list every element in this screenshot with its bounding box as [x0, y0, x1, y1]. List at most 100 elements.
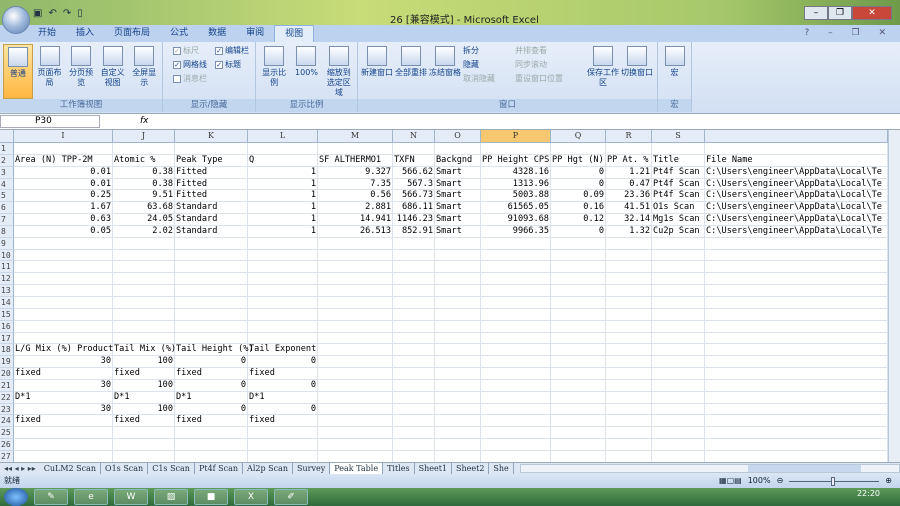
cell[interactable]: TXFN: [393, 154, 435, 167]
cell[interactable]: 1: [248, 166, 318, 179]
cell[interactable]: 14.941: [318, 214, 393, 226]
formula-input[interactable]: [155, 115, 886, 128]
sheet-tab-Sheet2[interactable]: Sheet2: [452, 463, 490, 474]
cell[interactable]: [175, 143, 248, 155]
cell[interactable]: [175, 261, 248, 274]
row-header[interactable]: 8: [0, 225, 14, 238]
cell[interactable]: [248, 249, 318, 262]
cell[interactable]: 1.32: [606, 225, 652, 238]
ribbon-button-普通[interactable]: 普通: [3, 44, 33, 99]
cell[interactable]: [175, 450, 248, 462]
cell[interactable]: 23.36: [606, 190, 652, 203]
cell[interactable]: [551, 379, 606, 392]
cell[interactable]: Smart: [435, 178, 481, 191]
cell[interactable]: [705, 261, 888, 274]
cell[interactable]: [113, 143, 175, 155]
cell[interactable]: 0.05: [14, 225, 113, 238]
cell[interactable]: Pt4f Scan: [652, 166, 705, 179]
tab-4[interactable]: 数据: [198, 25, 236, 42]
checkbox-编辑栏[interactable]: ✓ 编辑栏: [215, 44, 259, 58]
office-button[interactable]: [2, 6, 30, 34]
cell[interactable]: [606, 308, 652, 321]
cell[interactable]: [551, 296, 606, 309]
cell[interactable]: fixed: [248, 368, 318, 380]
cell[interactable]: fixed: [14, 368, 113, 380]
cell[interactable]: [481, 273, 551, 286]
cell[interactable]: [393, 415, 435, 428]
workbook-window-controls[interactable]: ? – ❐ ✕: [805, 28, 894, 38]
cell[interactable]: 24.05: [113, 214, 175, 226]
row-header[interactable]: 22: [0, 391, 14, 404]
cell[interactable]: [318, 427, 393, 440]
cell[interactable]: Tail Height (%): [175, 344, 254, 357]
cell[interactable]: [14, 285, 113, 297]
cell[interactable]: [705, 439, 888, 451]
cell[interactable]: [481, 285, 551, 297]
column-header-I[interactable]: I: [14, 130, 113, 142]
sheet-tab-O1s-Scan[interactable]: O1s Scan: [101, 463, 149, 474]
window-option-取消隐藏[interactable]: 取消隐藏: [463, 72, 513, 86]
cell[interactable]: 61565.05: [481, 202, 551, 215]
row-header[interactable]: 11: [0, 261, 14, 274]
window-option-并排查看[interactable]: 并排查看: [515, 44, 585, 58]
cell[interactable]: 567.3: [393, 178, 435, 191]
cell[interactable]: [606, 439, 652, 451]
cell[interactable]: Standard: [175, 214, 248, 226]
cell[interactable]: [435, 391, 481, 404]
row-header[interactable]: 15: [0, 308, 14, 321]
cell[interactable]: [248, 439, 318, 451]
cell[interactable]: 30: [14, 403, 113, 416]
cell[interactable]: fixed: [175, 415, 248, 428]
cell[interactable]: 0.47: [606, 178, 652, 191]
cell[interactable]: O1s Scan: [652, 202, 705, 215]
cell[interactable]: 100: [113, 356, 175, 369]
cell[interactable]: [435, 285, 481, 297]
cell[interactable]: [652, 356, 705, 369]
row-header[interactable]: 27: [0, 450, 14, 462]
cell[interactable]: [652, 273, 705, 286]
cell[interactable]: [435, 237, 481, 250]
cell[interactable]: [551, 439, 606, 451]
row-header[interactable]: 9: [0, 237, 14, 250]
row-header[interactable]: 17: [0, 332, 14, 345]
cell[interactable]: 1.21: [606, 166, 652, 179]
cell[interactable]: [705, 391, 888, 404]
cell[interactable]: [551, 285, 606, 297]
cell[interactable]: [318, 344, 393, 357]
cell[interactable]: [435, 296, 481, 309]
cell[interactable]: [113, 427, 175, 440]
cell[interactable]: fixed: [248, 415, 318, 428]
cell[interactable]: [248, 320, 318, 333]
cell[interactable]: [652, 237, 705, 250]
cell[interactable]: [481, 439, 551, 451]
cell[interactable]: [551, 320, 606, 333]
cell[interactable]: C:\Users\engineer\AppData\Local\Te: [705, 190, 888, 203]
cell[interactable]: [435, 143, 481, 155]
cell[interactable]: [705, 296, 888, 309]
cell[interactable]: [175, 308, 248, 321]
cell[interactable]: [435, 308, 481, 321]
cell[interactable]: [481, 368, 551, 380]
column-header-L[interactable]: L: [248, 130, 318, 142]
cell[interactable]: 1146.23: [393, 214, 435, 226]
cell[interactable]: 0.12: [551, 214, 606, 226]
cell[interactable]: [435, 427, 481, 440]
tab-0[interactable]: 开始: [28, 25, 66, 42]
cell[interactable]: [481, 261, 551, 274]
horizontal-scrollbar[interactable]: [519, 464, 900, 473]
cell[interactable]: [113, 450, 175, 462]
cell[interactable]: [606, 249, 652, 262]
cell[interactable]: [481, 320, 551, 333]
cell[interactable]: [551, 332, 606, 345]
cell[interactable]: [481, 450, 551, 462]
cell[interactable]: 0: [248, 403, 318, 416]
cell[interactable]: [705, 415, 888, 428]
row-header[interactable]: 19: [0, 356, 14, 369]
macros-button[interactable]: 宏: [661, 44, 688, 78]
tab-2[interactable]: 页面布局: [104, 25, 160, 42]
cell[interactable]: [14, 237, 113, 250]
cell[interactable]: 91093.68: [481, 214, 551, 226]
cell[interactable]: [551, 450, 606, 462]
cell[interactable]: D*1: [248, 391, 318, 404]
cell[interactable]: [652, 379, 705, 392]
